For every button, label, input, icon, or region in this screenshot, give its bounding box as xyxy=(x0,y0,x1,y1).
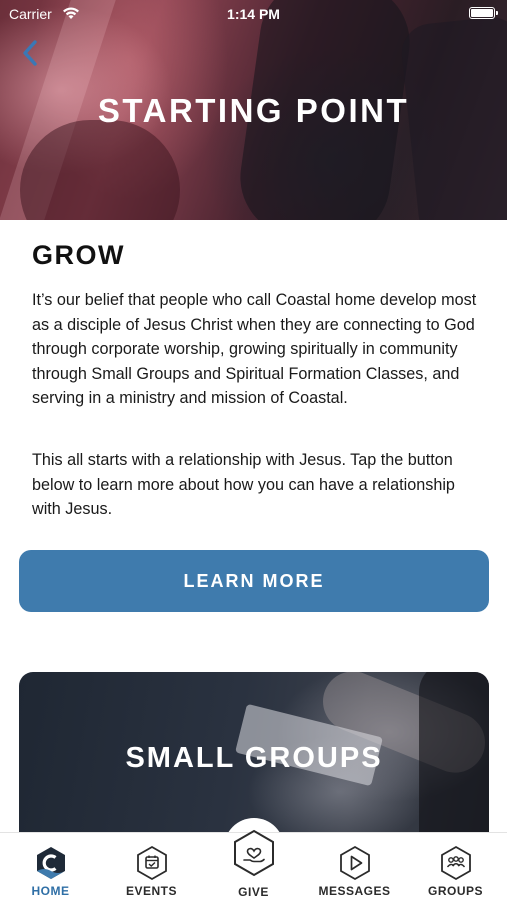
tab-give-label: GIVE xyxy=(238,885,269,899)
cta-paragraph: This all starts with a relationship with… xyxy=(32,451,455,518)
learn-more-button[interactable]: LEARN MORE xyxy=(19,550,489,612)
back-button[interactable] xyxy=(18,36,48,70)
tab-groups[interactable]: GROUPS xyxy=(405,833,506,900)
tab-give[interactable]: GIVE xyxy=(203,829,304,900)
clock: 1:14 PM xyxy=(227,6,280,22)
coastal-logo-icon xyxy=(36,847,65,879)
play-icon xyxy=(339,845,370,881)
tab-home[interactable]: HOME xyxy=(0,833,101,900)
tab-messages-label: MESSAGES xyxy=(318,884,391,898)
tab-events[interactable]: EVENTS xyxy=(101,833,202,900)
give-heart-icon xyxy=(233,829,274,877)
tab-home-label: HOME xyxy=(31,884,70,898)
hero-banner: Carrier 1:14 PM STARTING POINT xyxy=(0,0,507,220)
intro-paragraph: It’s our belief that people who call Coa… xyxy=(32,291,477,407)
status-bar: Carrier 1:14 PM xyxy=(0,0,507,28)
tab-bar: HOME EVENTS GIVE MESSAGES GROUPS xyxy=(0,829,507,900)
page-title: STARTING POINT xyxy=(97,92,410,129)
calendar-icon xyxy=(136,845,167,881)
section-title: GROW xyxy=(32,240,125,270)
tab-groups-label: GROUPS xyxy=(427,884,483,898)
chevron-left-icon xyxy=(23,40,37,66)
people-icon xyxy=(440,845,471,881)
tab-messages[interactable]: MESSAGES xyxy=(304,833,405,900)
battery-icon xyxy=(469,7,498,19)
card-title: SMALL GROUPS xyxy=(125,742,383,774)
tab-events-label: EVENTS xyxy=(125,884,177,898)
